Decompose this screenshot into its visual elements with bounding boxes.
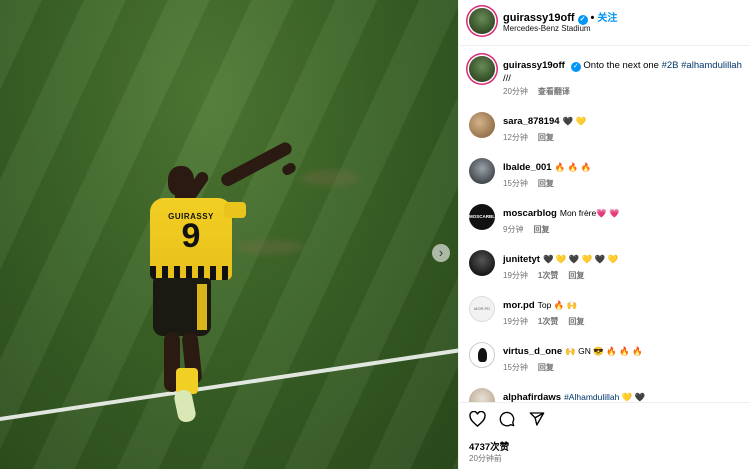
heart-icon[interactable] xyxy=(469,410,486,428)
comments-list[interactable]: guirassy19off ✓ Onto the next one #2B #al… xyxy=(459,46,750,402)
comment-text: mor.pd Top 🔥 🙌 xyxy=(503,299,743,312)
caption-meta: 20分钟 查看翻译 xyxy=(503,86,580,97)
author-username[interactable]: guirassy19off xyxy=(503,12,575,24)
translate-button[interactable]: 查看翻译 xyxy=(538,87,570,96)
comment-meta: 12分钟 回复 xyxy=(503,132,564,143)
reply-button[interactable]: 回复 xyxy=(538,133,554,142)
comment-text: virtus_d_one 🙌 GN 😎 🔥 🔥 🔥 xyxy=(503,345,743,358)
caption-body: Onto the next one xyxy=(583,60,662,71)
jersey-sleeve xyxy=(224,202,246,218)
comment-time: 9分钟 xyxy=(503,225,524,234)
comment-username[interactable]: junitetyt xyxy=(503,254,540,265)
follow-button[interactable]: 关注 xyxy=(597,13,617,24)
post-side-panel: guirassy19off ✓ • 关注 Mercedes-Benz Stadium … xyxy=(458,0,750,469)
comment-meta: 19分钟 1次赞 回复 xyxy=(503,316,594,327)
post-likes-count[interactable]: 4737次赞 xyxy=(469,439,509,453)
share-icon[interactable] xyxy=(529,411,545,427)
verified-badge-icon: ✓ xyxy=(570,62,581,72)
comment-meta: 15分钟 回复 xyxy=(503,362,564,373)
comment-username[interactable]: alphafirdaws xyxy=(503,392,561,402)
comment-body: 🙌 GN 😎 🔥 🔥 🔥 xyxy=(565,346,643,356)
author-avatar[interactable] xyxy=(469,56,495,82)
reply-button[interactable]: 回复 xyxy=(568,317,584,326)
reply-button[interactable]: 回复 xyxy=(533,225,549,234)
separator-dot: • xyxy=(590,12,595,24)
likes-count[interactable]: 1次赞 xyxy=(538,271,558,280)
comment-meta: 19分钟 1次赞 回复 xyxy=(503,270,594,281)
likes-count[interactable]: 1次赞 xyxy=(538,317,558,326)
commenter-avatar[interactable] xyxy=(469,112,495,138)
player-hand xyxy=(280,161,298,177)
player-figure: GUIRASSY 9 xyxy=(138,140,308,440)
comment-time: 19分钟 xyxy=(503,271,528,280)
pitch-wear xyxy=(300,170,360,186)
comment-username[interactable]: moscarblog xyxy=(503,208,557,219)
comment-body: 🔥 🔥 🔥 xyxy=(554,162,592,172)
chevron-right-icon[interactable]: › xyxy=(432,244,450,262)
author-line: guirassy19off ✓ • 关注 xyxy=(503,9,617,25)
reply-button[interactable]: 回复 xyxy=(568,271,584,280)
comment-body: #Alhamdulillah 💛 🖤 xyxy=(564,392,646,402)
commenter-avatar[interactable] xyxy=(469,388,495,402)
commenter-avatar[interactable]: MOR.PD xyxy=(469,296,495,322)
action-icons xyxy=(469,410,554,428)
comment-username[interactable]: lbalde_001 xyxy=(503,162,552,173)
post-photo: GUIRASSY 9 › xyxy=(0,0,458,469)
comment-time: 19分钟 xyxy=(503,317,528,326)
comment-text: junitetyt 🖤 💛 🖤 💛 🖤 💛 xyxy=(503,253,743,266)
comment-body: Top 🔥 🙌 xyxy=(537,300,578,310)
player-arm xyxy=(218,140,294,189)
comment-text: lbalde_001 🔥 🔥 🔥 xyxy=(503,161,743,174)
comment-body: 🖤 💛 🖤 💛 🖤 💛 xyxy=(542,254,619,264)
comment-body: Mon frère💗 💗 xyxy=(559,208,620,218)
player-jersey: GUIRASSY 9 xyxy=(150,198,246,280)
comment-meta: 9分钟 回复 xyxy=(503,224,559,235)
caption-tail: /// xyxy=(503,73,511,84)
caption-time: 20分钟 xyxy=(503,87,528,96)
reply-button[interactable]: 回复 xyxy=(538,179,554,188)
comment-icon[interactable] xyxy=(499,411,515,427)
comment-body: 🖤 💛 xyxy=(562,116,587,126)
post-actions: 4737次赞 20分钟前 xyxy=(459,402,750,469)
jersey-number: 9 xyxy=(181,217,201,255)
location-link[interactable]: Mercedes-Benz Stadium xyxy=(503,24,591,33)
commenter-avatar[interactable] xyxy=(469,342,495,368)
post-timestamp: 20分钟前 xyxy=(469,454,502,463)
player-shorts xyxy=(153,278,211,336)
comment-text: moscarblog Mon frère💗 💗 xyxy=(503,207,743,220)
author-avatar[interactable] xyxy=(469,8,495,34)
caption-text: guirassy19off ✓ Onto the next one #2B #al… xyxy=(503,59,743,85)
caption-username[interactable]: guirassy19off xyxy=(503,60,565,71)
post-header: guirassy19off ✓ • 关注 Mercedes-Benz Stadium xyxy=(459,0,750,46)
comment-time: 15分钟 xyxy=(503,363,528,372)
commenter-avatar[interactable] xyxy=(469,250,495,276)
comment-time: 12分钟 xyxy=(503,133,528,142)
commenter-avatar[interactable]: MOSCARBLOG xyxy=(469,204,502,230)
comment-meta: 15分钟 回复 xyxy=(503,178,564,189)
comment-text: alphafirdaws #Alhamdulillah 💛 🖤 xyxy=(503,391,743,402)
comment-time: 15分钟 xyxy=(503,179,528,188)
caption-hashtags[interactable]: #2B #alhamdulillah xyxy=(662,60,742,71)
comment-text: sara_878194 🖤 💛 xyxy=(503,115,743,128)
comment-username[interactable]: mor.pd xyxy=(503,300,535,311)
comment-username[interactable]: virtus_d_one xyxy=(503,346,562,357)
comment-username[interactable]: sara_878194 xyxy=(503,116,560,127)
reply-button[interactable]: 回复 xyxy=(538,363,554,372)
player-head xyxy=(168,166,194,196)
commenter-avatar[interactable] xyxy=(469,158,495,184)
